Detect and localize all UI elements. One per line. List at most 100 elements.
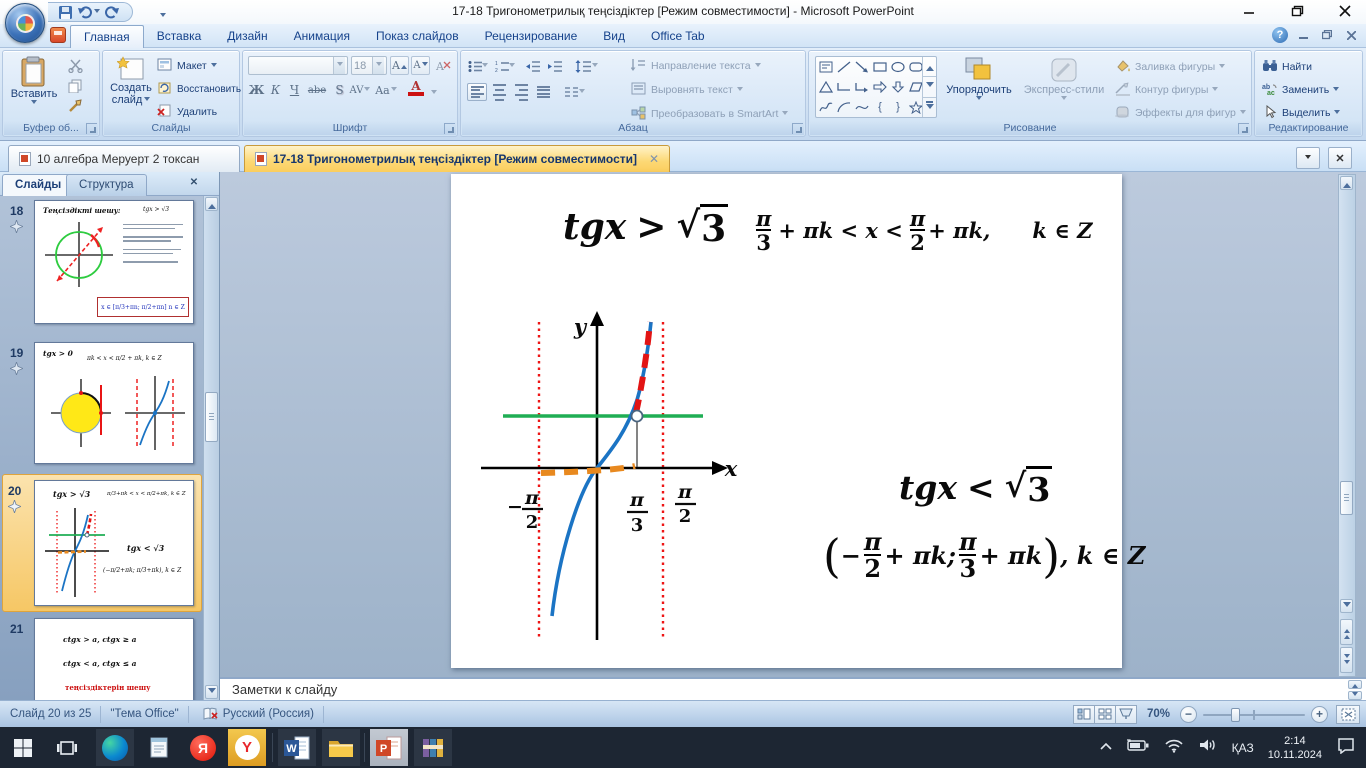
slide-canvas[interactable]: tgx > √ 3 π3 + πk < x < π2 + πk, k ∈ Z y…	[451, 174, 1145, 668]
formula-tgx-lt[interactable]: tgx < √ 3	[899, 466, 1053, 509]
drawing-dialog-launcher[interactable]	[1238, 123, 1249, 134]
shapes-scroll-down[interactable]	[923, 76, 936, 98]
tab-insert[interactable]: Вставка	[144, 25, 215, 48]
doc-tab-close-icon[interactable]: ✕	[649, 152, 659, 166]
layout-button[interactable]: Макет	[157, 58, 217, 74]
copy-button[interactable]	[63, 77, 87, 95]
slide-20-thumbnail[interactable]: tgx > √3 π/3+πk < x < π/2+πk, k ∈ Z tgx …	[34, 480, 194, 606]
shape-outline-button[interactable]: Контур фигуры	[1115, 82, 1219, 98]
tray-expand-button[interactable]	[1099, 739, 1113, 757]
notes-pane[interactable]: Заметки к слайду	[220, 677, 1366, 700]
taskbar-winrar[interactable]	[414, 729, 452, 766]
clock[interactable]: 2:14 10.11.2024	[1268, 734, 1322, 762]
slide-18-thumbnail[interactable]: Теңсіздікті шешу: tgx > √3 x ∈ [π/3+πn; …	[34, 200, 194, 324]
shapes-gallery-more[interactable]	[923, 98, 936, 117]
cut-button[interactable]	[63, 57, 87, 75]
increase-indent-button[interactable]	[545, 57, 565, 75]
previous-slide-button[interactable]	[1340, 619, 1353, 645]
wifi-indicator[interactable]	[1164, 738, 1184, 758]
tab-home[interactable]: Главная	[70, 25, 144, 48]
shape-scribble-icon[interactable]	[817, 98, 835, 116]
tab-slideshow[interactable]: Показ слайдов	[363, 25, 472, 48]
format-painter-button[interactable]	[63, 97, 87, 115]
tab-close-button[interactable]: ✕	[1328, 147, 1352, 169]
shape-block-arrow-right-icon[interactable]	[871, 78, 889, 96]
shape-rectangle-icon[interactable]	[871, 58, 889, 76]
paragraph-dialog-launcher[interactable]	[792, 123, 803, 134]
battery-indicator[interactable]	[1126, 738, 1150, 757]
font-name-dropdown[interactable]	[333, 57, 345, 74]
character-spacing-button[interactable]: AV	[349, 81, 371, 99]
start-button[interactable]	[4, 729, 42, 766]
taskbar-notepad[interactable]	[140, 729, 178, 766]
tab-view[interactable]: Вид	[590, 25, 638, 48]
close-button[interactable]	[1332, 2, 1358, 20]
scroll-thumb[interactable]	[1340, 481, 1353, 515]
align-right-button[interactable]	[511, 83, 531, 101]
language-indicator[interactable]: Русский (Россия)	[223, 708, 314, 720]
panel-scroll-up[interactable]	[205, 197, 218, 211]
taskbar-yandex[interactable]: Y	[228, 729, 266, 766]
taskbar-word[interactable]: W	[278, 729, 316, 766]
justify-button[interactable]	[533, 83, 553, 101]
keyboard-language[interactable]: ҚАЗ	[1232, 741, 1254, 755]
restore-button[interactable]	[1284, 2, 1310, 20]
zoom-out-button[interactable]: −	[1180, 705, 1197, 723]
align-text-button[interactable]: Выровнять текст	[631, 82, 743, 98]
slideshow-button[interactable]	[1114, 704, 1137, 724]
tab-list-dropdown-button[interactable]	[1296, 147, 1320, 169]
redo-button[interactable]	[104, 5, 120, 19]
shape-effects-button[interactable]: Эффекты для фигур	[1115, 105, 1246, 121]
strikethrough-button[interactable]: abe	[305, 81, 329, 99]
office-button[interactable]	[5, 3, 45, 43]
panel-scroll-down[interactable]	[205, 685, 218, 699]
notification-center-button[interactable]	[1336, 736, 1356, 759]
shape-oval-icon[interactable]	[889, 58, 907, 76]
tab-slides-thumbnails[interactable]: Слайды	[2, 174, 75, 196]
notes-scroll-up[interactable]	[1348, 680, 1362, 689]
replace-button[interactable]: ab ac Заменить	[1262, 82, 1340, 98]
tangent-graph[interactable]: y x − π 2 π 3 π 2	[479, 310, 741, 646]
help-icon[interactable]: ?	[1272, 27, 1288, 43]
scroll-down-button[interactable]	[1340, 599, 1353, 613]
shapes-scroll-up[interactable]	[923, 57, 936, 76]
grow-font-button[interactable]: A	[390, 56, 409, 75]
save-button[interactable]	[58, 5, 73, 20]
font-dialog-launcher[interactable]	[444, 123, 455, 134]
decrease-indent-button[interactable]	[523, 57, 543, 75]
shape-elbow-connector-icon[interactable]	[835, 78, 853, 96]
clipboard-dialog-launcher[interactable]	[86, 123, 97, 134]
tab-design[interactable]: Дизайн	[214, 25, 280, 48]
qat-customize-button[interactable]	[160, 7, 166, 25]
quick-styles-button[interactable]: Экспресс-стили	[1019, 56, 1109, 103]
font-color-button[interactable]: A	[403, 79, 429, 97]
next-slide-button[interactable]	[1340, 647, 1353, 673]
doc-restore-button[interactable]	[1318, 28, 1336, 43]
volume-indicator[interactable]	[1198, 738, 1218, 757]
text-direction-button[interactable]: Направление текста	[631, 58, 761, 74]
tab-office-tab[interactable]: Office Tab	[638, 25, 718, 48]
columns-button[interactable]	[561, 83, 587, 101]
new-slide-button[interactable]: Создать слайд	[107, 56, 155, 106]
font-size-dropdown[interactable]	[372, 57, 384, 74]
shape-right-brace-icon[interactable]: }	[889, 98, 907, 116]
scroll-up-button[interactable]	[1340, 176, 1353, 190]
zoom-slider-thumb[interactable]	[1231, 707, 1240, 722]
formula-interval-top[interactable]: π3 + πk < x < π2 + πk, k ∈ Z	[753, 208, 1092, 253]
formula-tgx-gt[interactable]: tgx > √ 3	[563, 204, 729, 250]
normal-view-button[interactable]	[1072, 704, 1095, 724]
select-button[interactable]: Выделить	[1262, 105, 1341, 121]
align-left-button[interactable]	[467, 83, 487, 101]
spellcheck-icon[interactable]	[202, 707, 219, 722]
panel-scroll-thumb[interactable]	[205, 392, 218, 442]
convert-smartart-button[interactable]: Преобразовать в SmartArt	[631, 106, 789, 122]
slide-indicator[interactable]: Слайд 20 из 25	[10, 708, 91, 720]
font-name-combo[interactable]	[248, 56, 348, 75]
undo-button[interactable]	[77, 5, 100, 19]
underline-button[interactable]: Ч	[286, 81, 303, 99]
tab-animation[interactable]: Анимация	[281, 25, 363, 48]
zoom-slider[interactable]	[1203, 706, 1305, 723]
arrange-button[interactable]: Упорядочить	[943, 56, 1015, 103]
bold-button[interactable]: Ж	[248, 81, 265, 99]
shape-left-brace-icon[interactable]: {	[871, 98, 889, 116]
